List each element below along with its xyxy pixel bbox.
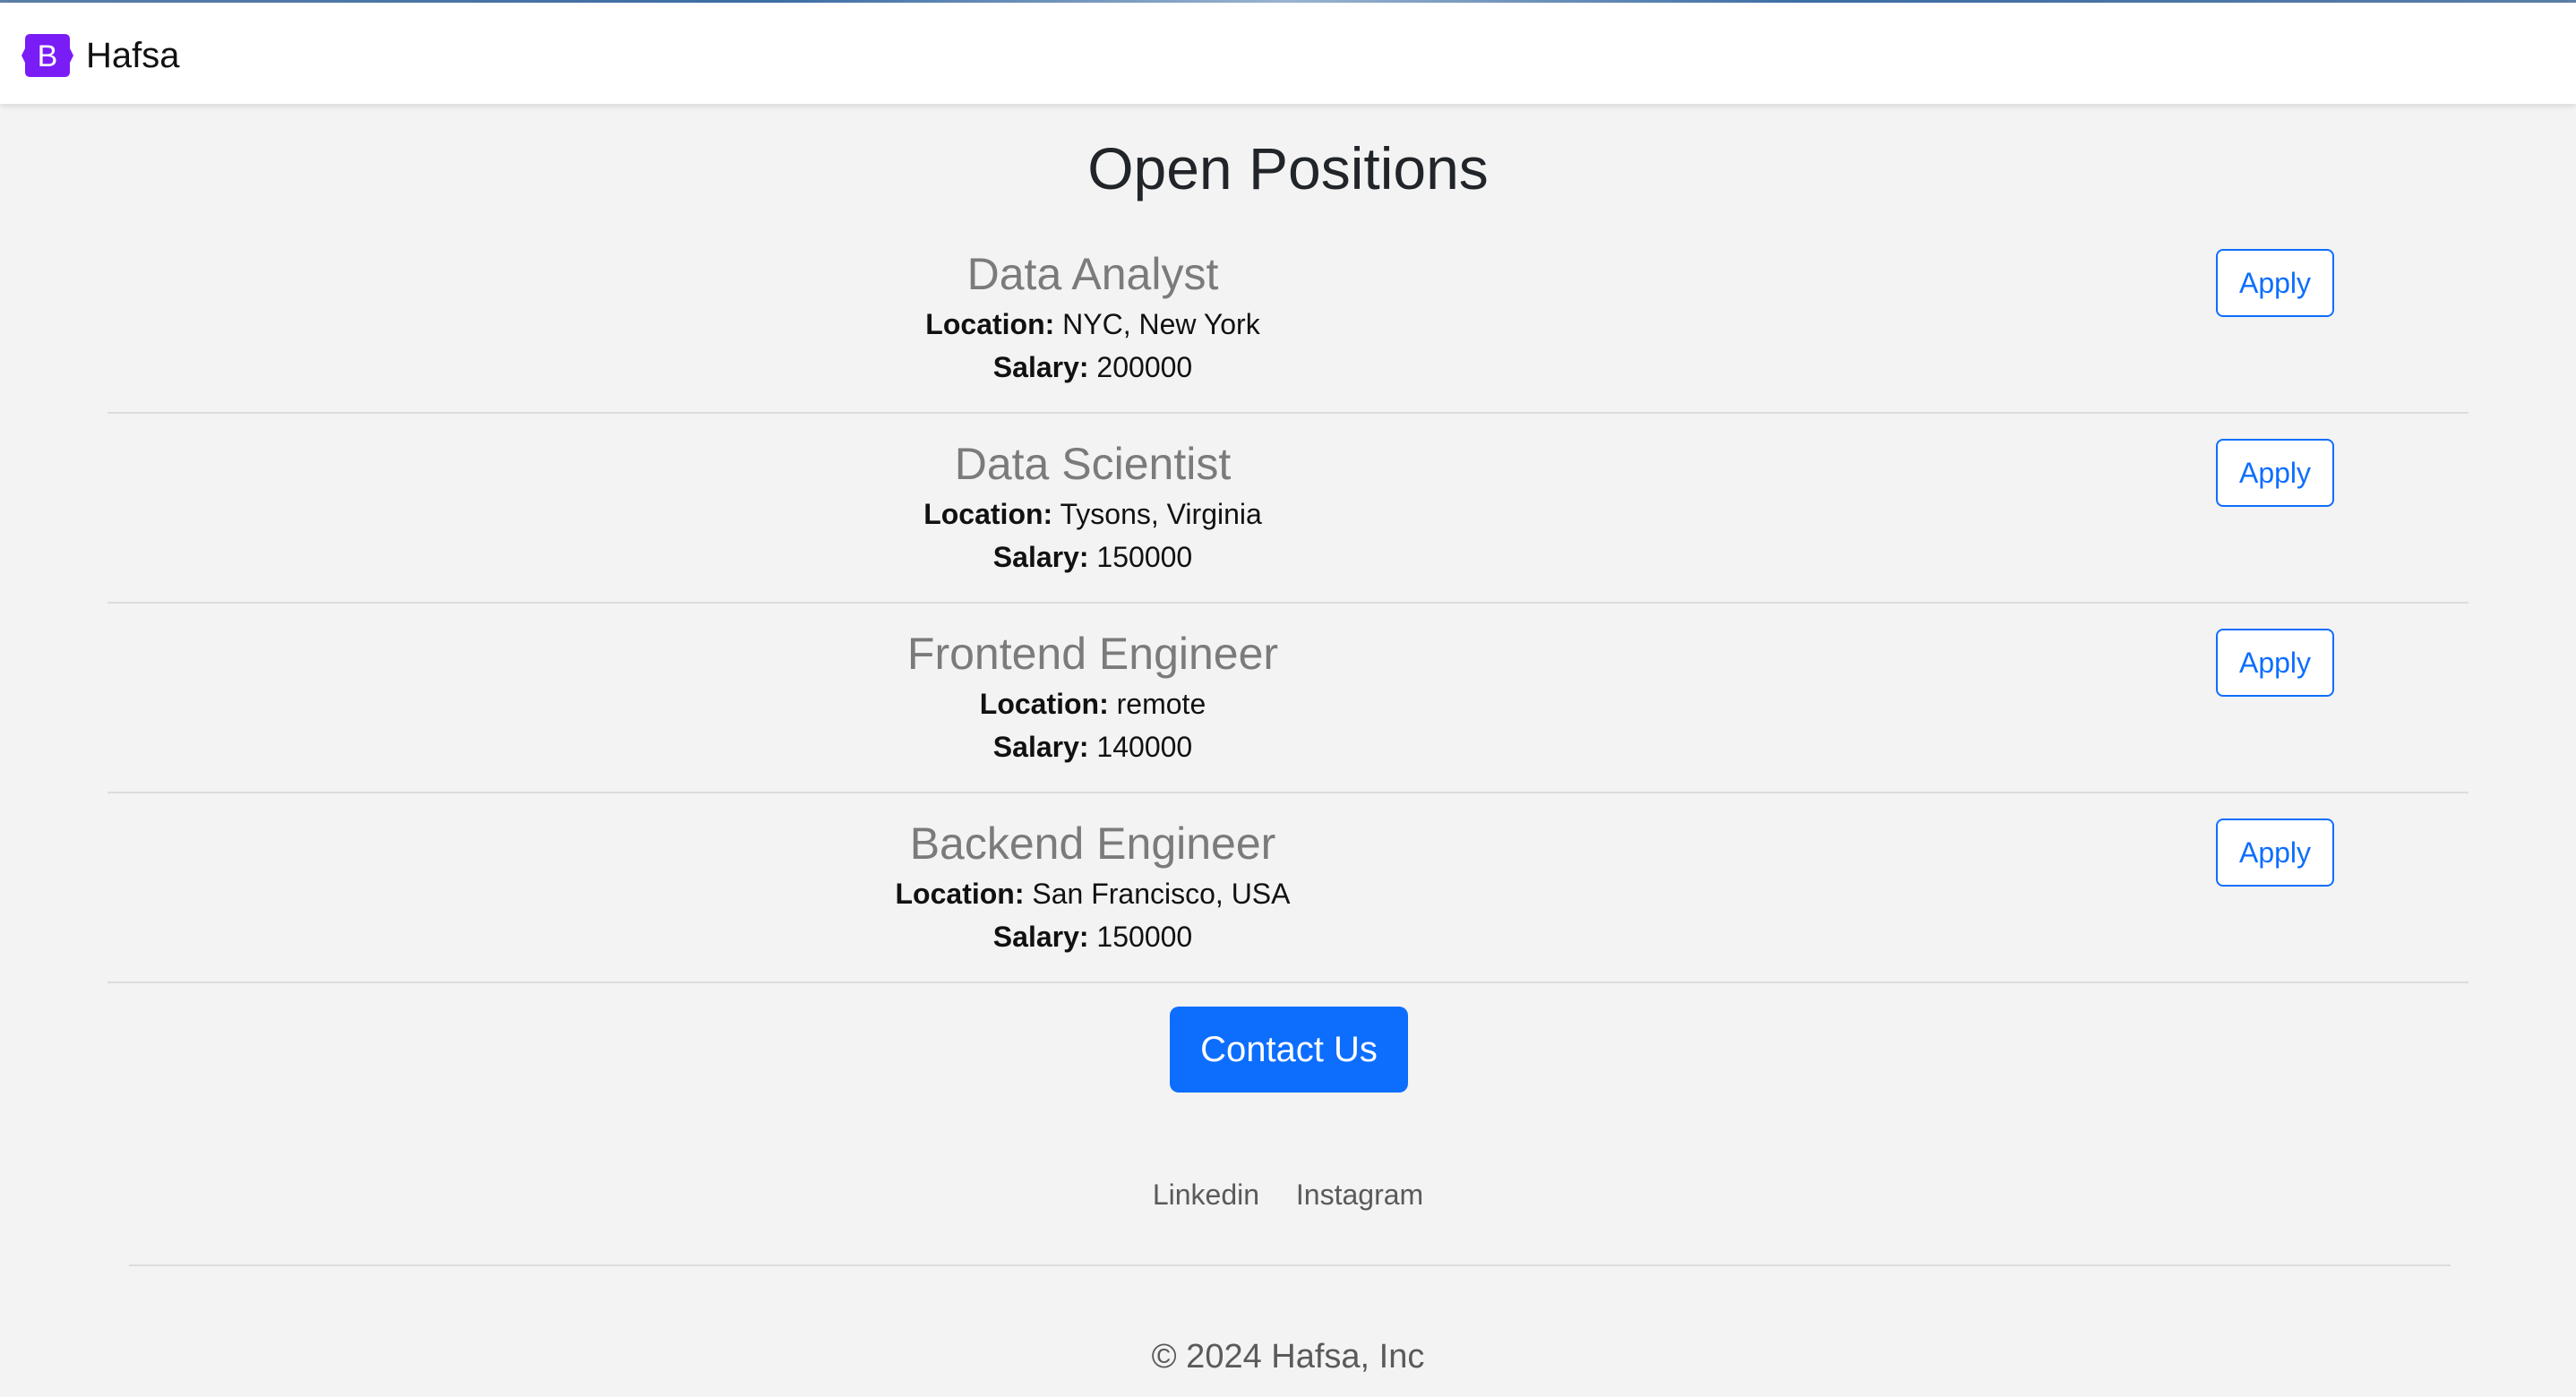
location-label: Location: bbox=[895, 878, 1025, 910]
job-title: Frontend Engineer bbox=[906, 629, 1279, 679]
brand-logo-letter: B bbox=[38, 39, 58, 73]
job-location: Location: remote bbox=[107, 682, 2078, 725]
positions-list: Data Analyst Location: NYC, New York Sal… bbox=[107, 224, 2469, 983]
navbar: B Hafsa bbox=[0, 3, 2576, 104]
brand-name: Hafsa bbox=[86, 36, 180, 75]
position-item: Backend Engineer Location: San Francisco… bbox=[107, 793, 2469, 983]
apply-button[interactable]: Apply bbox=[2216, 439, 2334, 507]
location-label: Location: bbox=[923, 498, 1053, 530]
salary-label: Salary: bbox=[992, 731, 1089, 763]
position-info: Backend Engineer Location: San Francisco… bbox=[107, 815, 2078, 958]
job-title: Data Scientist bbox=[954, 439, 1232, 489]
location-value: San Francisco, USA bbox=[1032, 878, 1291, 910]
position-info: Data Scientist Location: Tysons, Virgini… bbox=[107, 435, 2078, 579]
brand-link[interactable]: B Hafsa bbox=[21, 32, 180, 79]
job-title: Data Analyst bbox=[966, 249, 1219, 299]
job-salary: Salary: 200000 bbox=[107, 346, 2078, 389]
location-value: NYC, New York bbox=[1062, 308, 1260, 340]
position-info: Frontend Engineer Location: remote Salar… bbox=[107, 625, 2078, 768]
salary-label: Salary: bbox=[992, 351, 1089, 383]
apply-button[interactable]: Apply bbox=[2216, 249, 2334, 317]
salary-value: 200000 bbox=[1096, 351, 1193, 383]
job-location: Location: Tysons, Virginia bbox=[107, 493, 2078, 536]
bootstrap-logo-icon: B bbox=[21, 34, 73, 77]
position-item: Data Analyst Location: NYC, New York Sal… bbox=[107, 224, 2469, 414]
position-info: Data Analyst Location: NYC, New York Sal… bbox=[107, 245, 2078, 389]
job-salary: Salary: 150000 bbox=[107, 915, 2078, 958]
page-title: Open Positions bbox=[1087, 135, 1489, 201]
contact-us-button[interactable]: Contact Us bbox=[1170, 1007, 1408, 1093]
salary-value: 150000 bbox=[1096, 921, 1193, 953]
instagram-link[interactable]: Instagram bbox=[1296, 1178, 1423, 1211]
apply-button[interactable]: Apply bbox=[2216, 629, 2334, 697]
salary-label: Salary: bbox=[992, 541, 1089, 573]
salary-value: 140000 bbox=[1096, 731, 1193, 763]
job-salary: Salary: 140000 bbox=[107, 725, 2078, 768]
copyright-text: © 2024 Hafsa, Inc bbox=[1151, 1338, 1425, 1376]
job-title: Backend Engineer bbox=[909, 818, 1276, 869]
salary-label: Salary: bbox=[992, 921, 1089, 953]
linkedin-link[interactable]: Linkedin bbox=[1153, 1178, 1259, 1211]
footer-divider bbox=[129, 1264, 2451, 1266]
position-item: Data Scientist Location: Tysons, Virgini… bbox=[107, 414, 2469, 604]
location-value: remote bbox=[1116, 688, 1206, 720]
job-salary: Salary: 150000 bbox=[107, 536, 2078, 579]
location-label: Location: bbox=[925, 308, 1055, 340]
location-value: Tysons, Virginia bbox=[1060, 498, 1262, 530]
position-item: Frontend Engineer Location: remote Salar… bbox=[107, 604, 2469, 793]
footer-links: Linkedin Instagram bbox=[0, 1178, 2576, 1212]
job-location: Location: San Francisco, USA bbox=[107, 872, 2078, 915]
location-label: Location: bbox=[979, 688, 1109, 720]
salary-value: 150000 bbox=[1096, 541, 1193, 573]
job-location: Location: NYC, New York bbox=[107, 303, 2078, 346]
apply-button[interactable]: Apply bbox=[2216, 818, 2334, 887]
